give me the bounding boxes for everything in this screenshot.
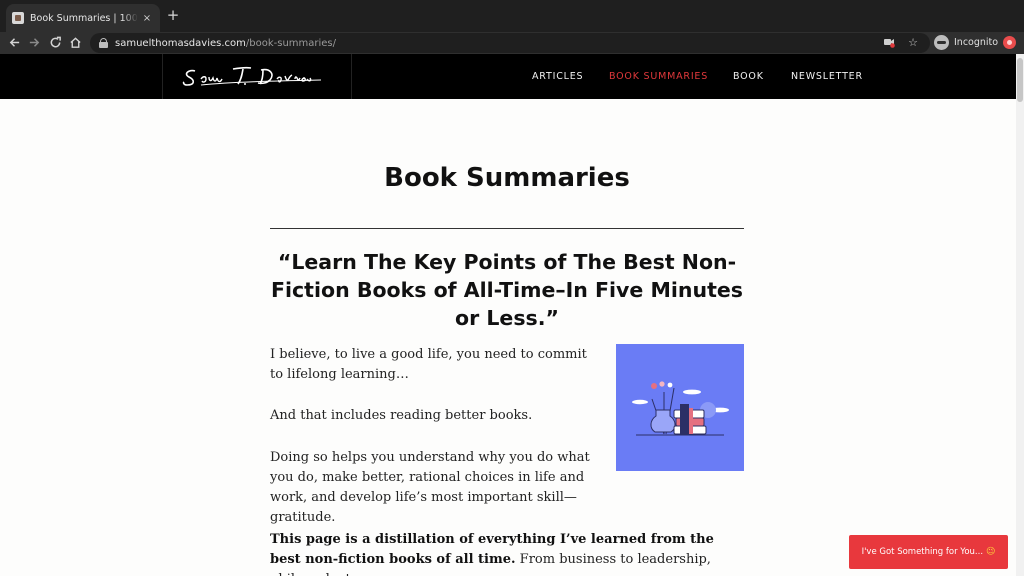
browser-tab-bar: Book Summaries | 100+ Good Books × + [0,0,1024,32]
nav-articles[interactable]: ARTICLES [532,71,583,82]
books-illustration [616,344,744,471]
url-host: samuelthomasdavies.com [115,37,246,49]
optin-popup-button[interactable]: I've Got Something for You... 😉 [849,535,1008,569]
extension-icon[interactable] [1003,36,1016,49]
tagline-quote: “Learn The Key Points of The Best Non-Fi… [271,250,743,330]
address-bar[interactable]: samuelthomasdavies.com /book-summaries/ … [90,33,930,53]
site-logo[interactable] [162,54,352,99]
camera-blocked-icon[interactable] [882,36,896,50]
incognito-label: Incognito [954,37,999,48]
intro-paragraph-1: I believe, to live a good life, you need… [270,347,587,382]
page-scrollbar[interactable] [1016,54,1024,576]
url-path: /book-summaries/ [245,37,337,49]
favicon-icon [12,12,24,24]
intro-paragraph-4: This page is a distillation of everythin… [270,530,744,576]
site-header: ARTICLES BOOK SUMMARIES BOOK NEWSLETTER [0,54,1016,99]
intro-paragraph-3: Doing so helps you understand why you do… [270,450,590,525]
nav-newsletter[interactable]: NEWSLETTER [791,71,863,82]
nav-book[interactable]: BOOK [733,71,764,82]
books-vase-illustration-icon [632,381,729,436]
signature-logo-icon [182,66,322,86]
optin-label: I've Got Something for You... [861,547,984,557]
tab-title: Book Summaries | 100+ Good Books [30,12,138,24]
home-icon[interactable] [66,34,84,52]
close-tab-icon[interactable]: × [140,13,154,24]
back-arrow-icon[interactable] [5,34,23,52]
forward-arrow-icon[interactable] [25,34,43,52]
intro-paragraph-2: And that includes reading better books. [270,408,533,423]
scrollbar-thumb[interactable] [1017,58,1023,102]
star-icon[interactable]: ☆ [906,36,920,50]
browser-toolbar: samuelthomasdavies.com /book-summaries/ … [0,32,1024,54]
browser-tab[interactable]: Book Summaries | 100+ Good Books × [6,4,160,32]
title-divider [270,228,744,229]
incognito-icon [934,35,949,50]
lock-icon[interactable] [99,38,108,48]
reload-icon[interactable] [46,34,64,52]
incognito-indicator[interactable]: Incognito [934,35,998,50]
nav-book-summaries[interactable]: BOOK SUMMARIES [609,71,708,82]
page-title: Book Summaries [384,163,630,193]
wink-emoji-icon: 😉 [986,547,996,557]
new-tab-button[interactable]: + [166,8,180,23]
